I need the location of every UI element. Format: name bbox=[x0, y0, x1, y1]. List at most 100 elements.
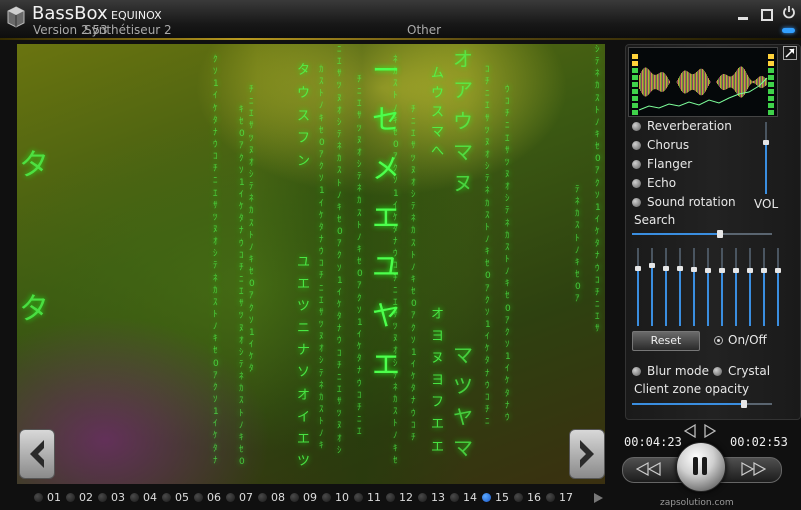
title-divider bbox=[0, 38, 801, 40]
search-slider[interactable] bbox=[632, 230, 772, 238]
matrix-strand: ｷ ｾ 0 ｱ ｸ ｿ 1 ｲ ｹ ﾀ ﾅ ｳ ｺ ﾁ ﾆ ｴ ｻ ﾂ ﾇ ｵ … bbox=[239, 105, 245, 468]
eq-band-slider[interactable] bbox=[649, 248, 655, 326]
eq-band-fill bbox=[693, 269, 695, 326]
track-03[interactable]: 03 bbox=[98, 491, 125, 504]
track-14[interactable]: 14 bbox=[450, 491, 477, 504]
track-17[interactable]: 17 bbox=[546, 491, 573, 504]
track-02[interactable]: 02 bbox=[66, 491, 93, 504]
spectrum-bar bbox=[728, 75, 729, 89]
track-number: 05 bbox=[175, 491, 189, 504]
expand-icon[interactable] bbox=[783, 46, 797, 60]
effect-reverberation[interactable]: Reverberation bbox=[632, 119, 732, 133]
eq-band-slider[interactable] bbox=[761, 248, 767, 326]
track-16[interactable]: 16 bbox=[514, 491, 541, 504]
reset-button[interactable]: Reset bbox=[632, 331, 700, 351]
minimize-icon[interactable] bbox=[736, 8, 750, 22]
track-01[interactable]: 01 bbox=[34, 491, 61, 504]
eq-band-slider[interactable] bbox=[705, 248, 711, 326]
eq-band-slider[interactable] bbox=[635, 248, 641, 326]
eq-band-knob[interactable] bbox=[705, 267, 711, 273]
eq-band-fill bbox=[679, 268, 681, 326]
next-track-icon[interactable] bbox=[704, 424, 716, 438]
brand-label: zapsolution.com bbox=[660, 498, 734, 508]
track-number: 10 bbox=[335, 491, 349, 504]
eq-band-knob[interactable] bbox=[761, 267, 767, 273]
eq-band-knob[interactable] bbox=[649, 263, 655, 269]
track-09[interactable]: 09 bbox=[290, 491, 317, 504]
track-11[interactable]: 11 bbox=[354, 491, 381, 504]
eq-band-slider[interactable] bbox=[691, 248, 697, 326]
track-10[interactable]: 10 bbox=[322, 491, 349, 504]
track-number: 06 bbox=[207, 491, 221, 504]
eq-band-slider[interactable] bbox=[733, 248, 739, 326]
eq-band-knob[interactable] bbox=[775, 267, 781, 273]
matrix-strand: ｳ ｺ ﾁ ﾆ ｴ ｻ ﾂ ﾇ ｵ ｼ ﾃ ﾈ ｶ ｽ ﾄ ﾉ ｷ ｾ 0 ｱ … bbox=[505, 85, 511, 423]
opacity-slider[interactable] bbox=[632, 400, 772, 408]
spectrum-bar bbox=[656, 74, 657, 90]
track-15[interactable]: 15 bbox=[482, 491, 509, 504]
prev-visual-button[interactable] bbox=[19, 429, 55, 479]
eq-band-slider[interactable] bbox=[663, 248, 669, 326]
spectrum-bar bbox=[734, 73, 735, 91]
effect-sound-rotation[interactable]: Sound rotation bbox=[632, 195, 736, 209]
track-07[interactable]: 07 bbox=[226, 491, 253, 504]
track-06[interactable]: 06 bbox=[194, 491, 221, 504]
track-next-icon[interactable] bbox=[594, 493, 603, 503]
eq-band-fill bbox=[721, 269, 723, 326]
spectrum-bar bbox=[669, 80, 670, 84]
spectrum-bar bbox=[722, 74, 723, 90]
track-13[interactable]: 13 bbox=[418, 491, 445, 504]
visualization-area[interactable]: タ タ タ ー セ メ エ ユ ヤ エ オ ア ウ マ ヌ マ ツ ヤ マ タ … bbox=[17, 44, 605, 484]
matrix-column: マ ツ ヤ マ bbox=[453, 343, 473, 460]
eq-band-slider[interactable] bbox=[747, 248, 753, 326]
eq-band-knob[interactable] bbox=[663, 265, 669, 271]
track-04[interactable]: 04 bbox=[130, 491, 157, 504]
eq-band-knob[interactable] bbox=[635, 265, 641, 271]
matrix-strand: ﾆ ｴ ｻ ﾂ ﾇ ｵ ｼ ﾃ ﾈ ｶ ｽ ﾄ ﾉ ｷ ｾ 0 ｱ ｸ ｿ 1 … bbox=[337, 45, 343, 456]
spectrum-bar bbox=[685, 70, 686, 94]
spectrum-bar bbox=[705, 72, 706, 92]
eq-band-slider[interactable] bbox=[677, 248, 683, 326]
matrix-strand: ﾁ ﾆ ｴ ｻ ﾂ ﾇ ｵ ｼ ﾃ ﾈ ｶ ｽ ﾄ ﾉ ｷ ｾ 0 ｱ ｸ ｿ … bbox=[411, 105, 417, 443]
spectrum-bar bbox=[704, 70, 705, 94]
eq-band-knob[interactable] bbox=[677, 266, 683, 272]
search-fill bbox=[632, 233, 721, 235]
track-08[interactable]: 08 bbox=[258, 491, 285, 504]
spectrum-bar bbox=[699, 69, 700, 95]
spectrum-bar bbox=[649, 70, 650, 94]
track-05[interactable]: 05 bbox=[162, 491, 189, 504]
spectrum-bar bbox=[643, 68, 644, 96]
eq-band-knob[interactable] bbox=[733, 267, 739, 273]
level-meter-led bbox=[632, 82, 638, 87]
spectrum-bar bbox=[668, 78, 669, 86]
blur-mode-toggle[interactable]: Blur mode bbox=[632, 364, 709, 378]
spectrum-bar bbox=[679, 76, 680, 88]
eq-band-slider[interactable] bbox=[719, 248, 725, 326]
effect-echo[interactable]: Echo bbox=[632, 176, 676, 190]
volume-slider[interactable] bbox=[763, 122, 769, 194]
effect-chorus[interactable]: Chorus bbox=[632, 138, 689, 152]
crystal-toggle[interactable]: Crystal bbox=[713, 364, 770, 378]
prev-track-icon[interactable] bbox=[684, 424, 696, 438]
track-12[interactable]: 12 bbox=[386, 491, 413, 504]
track-bullet-icon bbox=[418, 493, 427, 502]
fast-forward-icon[interactable] bbox=[740, 462, 766, 476]
eq-band-fill bbox=[777, 269, 779, 326]
spectrum-bar bbox=[657, 74, 658, 90]
spectrum-bar bbox=[702, 68, 703, 96]
eq-band-fill bbox=[651, 265, 653, 326]
eq-band-slider[interactable] bbox=[775, 248, 781, 326]
opacity-knob[interactable] bbox=[741, 400, 747, 408]
eq-band-knob[interactable] bbox=[691, 267, 697, 273]
search-knob[interactable] bbox=[717, 230, 724, 238]
maximize-icon[interactable] bbox=[760, 8, 774, 22]
eq-onoff-toggle[interactable]: On/Off bbox=[714, 333, 767, 347]
power-icon[interactable] bbox=[782, 5, 796, 19]
effect-flanger[interactable]: Flanger bbox=[632, 157, 692, 171]
volume-knob[interactable] bbox=[763, 140, 769, 146]
spectrum-bar bbox=[751, 80, 752, 84]
eq-band-knob[interactable] bbox=[747, 267, 753, 273]
rewind-icon[interactable] bbox=[636, 462, 662, 476]
eq-band-knob[interactable] bbox=[719, 267, 725, 273]
next-visual-button[interactable] bbox=[569, 429, 605, 479]
